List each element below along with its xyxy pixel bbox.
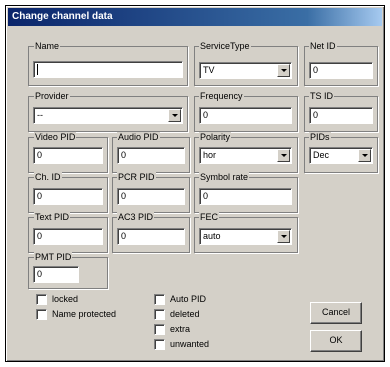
- pcr-pid-label: PCR PID: [117, 172, 156, 182]
- cancel-button[interactable]: Cancel: [310, 302, 362, 324]
- dialog-title: Change channel data: [8, 8, 382, 26]
- audio-pid-label: Audio PID: [117, 132, 160, 142]
- pids-select[interactable]: Dec: [309, 147, 373, 164]
- locked-label: locked: [52, 294, 79, 304]
- polarity-select[interactable]: hor: [199, 147, 292, 164]
- unwanted-label: unwanted: [170, 339, 210, 349]
- ac3-pid-label: AC3 PID: [117, 212, 155, 222]
- ts-id-input[interactable]: 0: [309, 107, 373, 124]
- polarity-label: Polarity: [199, 132, 232, 142]
- video-pid-input[interactable]: 0: [33, 147, 103, 164]
- net-id-input[interactable]: 0: [309, 62, 373, 79]
- text-pid-input[interactable]: 0: [33, 228, 103, 245]
- net-id-value: 0: [313, 65, 319, 75]
- provider-value: --: [37, 110, 43, 120]
- ch-id-value: 0: [37, 191, 43, 201]
- name-protected-checkbox[interactable]: [36, 309, 47, 320]
- pmt-pid-label: PMT PID: [34, 252, 73, 262]
- change-channel-dialog: Change channel data Name ServiceType TV …: [5, 5, 385, 362]
- chevron-down-icon[interactable]: [358, 149, 371, 162]
- audio-pid-value: 0: [121, 150, 127, 160]
- text-caret: [37, 64, 38, 76]
- deleted-label: deleted: [170, 309, 200, 319]
- frequency-value: 0: [203, 110, 209, 120]
- polarity-value: hor: [203, 150, 217, 160]
- ac3-pid-value: 0: [121, 231, 127, 241]
- service-type-select[interactable]: TV: [199, 62, 292, 79]
- ts-id-value: 0: [313, 110, 319, 120]
- ch-id-input[interactable]: 0: [33, 188, 103, 205]
- symbol-rate-input[interactable]: 0: [199, 188, 292, 205]
- fec-value: auto: [203, 231, 221, 241]
- pids-value: Dec: [313, 150, 330, 160]
- ac3-pid-input[interactable]: 0: [117, 228, 185, 245]
- unwanted-checkbox[interactable]: [154, 339, 165, 350]
- auto-pid-checkbox[interactable]: [154, 294, 165, 305]
- extra-label: extra: [170, 324, 191, 334]
- chevron-down-icon[interactable]: [168, 109, 181, 122]
- provider-select[interactable]: --: [33, 107, 183, 124]
- fec-label: FEC: [199, 212, 219, 222]
- service-type-label: ServiceType: [199, 41, 251, 51]
- ts-id-label: TS ID: [309, 91, 335, 101]
- pcr-pid-value: 0: [121, 191, 127, 201]
- extra-checkbox[interactable]: [154, 324, 165, 335]
- chevron-down-icon[interactable]: [277, 149, 290, 162]
- video-pid-label: Video PID: [34, 132, 77, 142]
- video-pid-value: 0: [37, 150, 43, 160]
- symbol-rate-label: Symbol rate: [199, 172, 250, 182]
- net-id-label: Net ID: [309, 41, 337, 51]
- pmt-pid-input[interactable]: 0: [33, 266, 79, 283]
- name-label: Name: [34, 41, 61, 51]
- provider-label: Provider: [34, 91, 70, 101]
- pids-label: PIDs: [309, 132, 331, 142]
- ch-id-label: Ch. ID: [34, 172, 62, 182]
- name-input[interactable]: [33, 61, 183, 78]
- chevron-down-icon[interactable]: [277, 64, 290, 77]
- frequency-label: Frequency: [199, 91, 244, 101]
- text-pid-label: Text PID: [34, 212, 71, 222]
- text-pid-value: 0: [37, 231, 43, 241]
- auto-pid-label: Auto PID: [170, 294, 207, 304]
- deleted-checkbox[interactable]: [154, 309, 165, 320]
- name-protected-label: Name protected: [52, 309, 117, 319]
- chevron-down-icon[interactable]: [277, 230, 290, 243]
- symbol-rate-value: 0: [203, 191, 209, 201]
- fec-select[interactable]: auto: [199, 228, 292, 245]
- locked-checkbox[interactable]: [36, 294, 47, 305]
- pmt-pid-value: 0: [37, 269, 43, 279]
- service-type-value: TV: [203, 65, 215, 75]
- audio-pid-input[interactable]: 0: [117, 147, 185, 164]
- ok-button[interactable]: OK: [310, 330, 362, 352]
- frequency-input[interactable]: 0: [199, 107, 292, 124]
- pcr-pid-input[interactable]: 0: [117, 188, 185, 205]
